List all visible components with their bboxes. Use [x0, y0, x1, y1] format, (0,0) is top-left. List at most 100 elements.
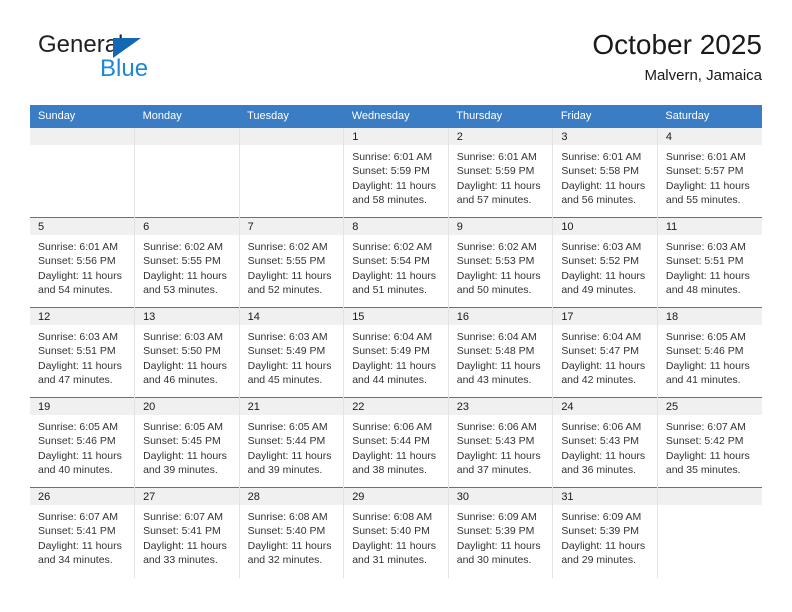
daylight-text-line1: Daylight: 11 hours — [561, 179, 646, 192]
calendar-day-cell[interactable]: 17 Sunrise: 6:04 AM Sunset: 5:47 PM Dayligh… — [552, 307, 658, 398]
calendar-grid: Sunday Monday Tuesday Wednesday Thursday… — [30, 105, 762, 578]
day-number — [239, 128, 344, 145]
daylight-text-line1: Daylight: 11 hours — [456, 539, 541, 552]
day-details: Sunrise: 6:04 AM Sunset: 5:48 PM Daylight:… — [449, 325, 553, 387]
calendar-day-cell[interactable]: 22 Sunrise: 6:06 AM Sunset: 5:44 PM Dayligh… — [343, 397, 449, 488]
calendar-day-cell-empty — [656, 487, 762, 578]
day-number: 28 — [239, 488, 344, 505]
sunrise-text: Sunrise: 6:08 AM — [352, 511, 433, 523]
calendar-day-cell[interactable]: 8 Sunrise: 6:02 AM Sunset: 5:54 PM Daylight… — [343, 217, 449, 308]
calendar-page: General Blue October 2025 Malvern, Jamai… — [0, 0, 792, 612]
daylight-text-line2: and 45 minutes. — [247, 373, 323, 386]
day-number: 2 — [448, 128, 553, 145]
daylight-text-line1: Daylight: 11 hours — [665, 179, 750, 192]
sunrise-text: Sunrise: 6:02 AM — [143, 241, 224, 253]
calendar-day-cell[interactable]: 7 Sunrise: 6:02 AM Sunset: 5:55 PM Daylight… — [238, 217, 344, 308]
brand-logo[interactable]: General Blue — [38, 32, 238, 88]
sunrise-text: Sunrise: 6:06 AM — [456, 421, 537, 433]
day-number: 21 — [239, 398, 344, 415]
calendar-day-cell[interactable]: 5 Sunrise: 6:01 AM Sunset: 5:56 PM Daylight… — [30, 217, 135, 308]
calendar-day-cell[interactable]: 24 Sunrise: 6:06 AM Sunset: 5:43 PM Dayligh… — [552, 397, 658, 488]
calendar-day-cell-empty — [238, 127, 344, 218]
sunset-text: Sunset: 5:53 PM — [456, 255, 535, 268]
day-number: 11 — [657, 218, 762, 235]
daylight-text-line2: and 39 minutes. — [247, 463, 323, 476]
day-details: Sunrise: 6:06 AM Sunset: 5:44 PM Daylight:… — [344, 415, 448, 477]
sunrise-text: Sunrise: 6:03 AM — [247, 331, 328, 343]
daylight-text-line2: and 52 minutes. — [247, 283, 323, 296]
day-number: 20 — [135, 398, 239, 415]
daylight-text-line1: Daylight: 11 hours — [247, 269, 332, 282]
calendar-day-cell[interactable]: 19 Sunrise: 6:05 AM Sunset: 5:46 PM Dayligh… — [30, 397, 135, 488]
calendar-day-cell[interactable]: 18 Sunrise: 6:05 AM Sunset: 5:46 PM Dayligh… — [656, 307, 762, 398]
calendar-day-cell-empty — [30, 127, 135, 218]
daylight-text-line1: Daylight: 11 hours — [247, 539, 332, 552]
daylight-text-line1: Daylight: 11 hours — [665, 269, 750, 282]
calendar-day-cell[interactable]: 4 Sunrise: 6:01 AM Sunset: 5:57 PM Daylight… — [656, 127, 762, 218]
calendar-day-cell[interactable]: 11 Sunrise: 6:03 AM Sunset: 5:51 PM Dayligh… — [656, 217, 762, 308]
daylight-text-line1: Daylight: 11 hours — [561, 269, 646, 282]
day-details: Sunrise: 6:07 AM Sunset: 5:41 PM Daylight:… — [30, 505, 134, 567]
calendar-day-cell[interactable]: 10 Sunrise: 6:03 AM Sunset: 5:52 PM Dayligh… — [552, 217, 658, 308]
calendar-day-cell[interactable]: 27 Sunrise: 6:07 AM Sunset: 5:41 PM Dayligh… — [134, 487, 240, 578]
daylight-text-line1: Daylight: 11 hours — [352, 269, 437, 282]
daylight-text-line2: and 37 minutes. — [456, 463, 532, 476]
sunrise-text: Sunrise: 6:04 AM — [456, 331, 537, 343]
calendar-day-cell[interactable]: 20 Sunrise: 6:05 AM Sunset: 5:45 PM Dayligh… — [134, 397, 240, 488]
weekday-header-tuesday: Tuesday — [239, 105, 344, 128]
sunrise-text: Sunrise: 6:04 AM — [561, 331, 642, 343]
calendar-day-cell[interactable]: 2 Sunrise: 6:01 AM Sunset: 5:59 PM Daylight… — [447, 127, 553, 218]
calendar-day-cell[interactable]: 29 Sunrise: 6:08 AM Sunset: 5:40 PM Dayligh… — [343, 487, 449, 578]
day-number — [30, 128, 135, 145]
day-details: Sunrise: 6:03 AM Sunset: 5:51 PM Daylight:… — [30, 325, 134, 387]
calendar-day-cell[interactable]: 6 Sunrise: 6:02 AM Sunset: 5:55 PM Daylight… — [134, 217, 240, 308]
day-details: Sunrise: 6:03 AM Sunset: 5:52 PM Daylight:… — [553, 235, 657, 297]
calendar-table: Sunday Monday Tuesday Wednesday Thursday… — [30, 105, 762, 578]
calendar-day-cell[interactable]: 23 Sunrise: 6:06 AM Sunset: 5:43 PM Dayligh… — [447, 397, 553, 488]
sunrise-text: Sunrise: 6:06 AM — [561, 421, 642, 433]
sunrise-text: Sunrise: 6:08 AM — [247, 511, 328, 523]
daylight-text-line2: and 54 minutes. — [38, 283, 113, 296]
calendar-day-cell[interactable]: 1 Sunrise: 6:01 AM Sunset: 5:59 PM Daylight… — [343, 127, 449, 218]
day-details: Sunrise: 6:01 AM Sunset: 5:59 PM Daylight:… — [344, 145, 448, 207]
calendar-day-cell[interactable]: 9 Sunrise: 6:02 AM Sunset: 5:53 PM Daylight… — [447, 217, 553, 308]
calendar-day-cell[interactable]: 26 Sunrise: 6:07 AM Sunset: 5:41 PM Dayligh… — [30, 487, 135, 578]
daylight-text-line2: and 40 minutes. — [38, 463, 113, 476]
weekday-header-sunday: Sunday — [30, 105, 135, 128]
calendar-day-cell[interactable]: 12 Sunrise: 6:03 AM Sunset: 5:51 PM Dayligh… — [30, 307, 135, 398]
sunset-text: Sunset: 5:39 PM — [561, 525, 639, 538]
sunrise-text: Sunrise: 6:01 AM — [38, 241, 118, 253]
title-block: October 2025 Malvern, Jamaica — [592, 28, 762, 87]
calendar-day-cell[interactable]: 14 Sunrise: 6:03 AM Sunset: 5:49 PM Dayligh… — [238, 307, 344, 398]
daylight-text-line2: and 56 minutes. — [561, 193, 637, 206]
sunrise-text: Sunrise: 6:03 AM — [143, 331, 224, 343]
calendar-day-cell[interactable]: 13 Sunrise: 6:03 AM Sunset: 5:50 PM Dayligh… — [134, 307, 240, 398]
calendar-day-cell[interactable]: 28 Sunrise: 6:08 AM Sunset: 5:40 PM Dayligh… — [238, 487, 344, 578]
calendar-day-cell[interactable]: 16 Sunrise: 6:04 AM Sunset: 5:48 PM Dayligh… — [447, 307, 553, 398]
daylight-text-line2: and 32 minutes. — [247, 553, 323, 566]
brand-name-blue: Blue — [100, 55, 149, 82]
page-header: General Blue October 2025 Malvern, Jamai… — [30, 28, 762, 98]
daylight-text-line1: Daylight: 11 hours — [561, 539, 646, 552]
sunset-text: Sunset: 5:44 PM — [352, 435, 430, 448]
daylight-text-line1: Daylight: 11 hours — [352, 449, 437, 462]
daylight-text-line2: and 58 minutes. — [352, 193, 427, 206]
day-details: Sunrise: 6:06 AM Sunset: 5:43 PM Daylight:… — [449, 415, 553, 477]
daylight-text-line1: Daylight: 11 hours — [247, 449, 332, 462]
calendar-week-row: 12 Sunrise: 6:03 AM Sunset: 5:51 PM Dayligh… — [30, 307, 762, 398]
sunset-text: Sunset: 5:41 PM — [143, 525, 221, 538]
calendar-day-cell[interactable]: 30 Sunrise: 6:09 AM Sunset: 5:39 PM Dayligh… — [447, 487, 553, 578]
calendar-day-cell[interactable]: 3 Sunrise: 6:01 AM Sunset: 5:58 PM Daylight… — [552, 127, 658, 218]
calendar-day-cell[interactable]: 21 Sunrise: 6:05 AM Sunset: 5:44 PM Dayligh… — [238, 397, 344, 488]
calendar-week-row: 5 Sunrise: 6:01 AM Sunset: 5:56 PM Daylight… — [30, 217, 762, 308]
weekday-header-friday: Friday — [552, 105, 658, 128]
calendar-day-cell[interactable]: 25 Sunrise: 6:07 AM Sunset: 5:42 PM Dayligh… — [656, 397, 762, 488]
calendar-day-cell[interactable]: 31 Sunrise: 6:09 AM Sunset: 5:39 PM Dayligh… — [552, 487, 658, 578]
daylight-text-line2: and 47 minutes. — [38, 373, 113, 386]
sunset-text: Sunset: 5:47 PM — [561, 345, 639, 358]
daylight-text-line2: and 57 minutes. — [456, 193, 532, 206]
sunset-text: Sunset: 5:55 PM — [247, 255, 326, 268]
daylight-text-line2: and 41 minutes. — [665, 373, 741, 386]
calendar-day-cell[interactable]: 15 Sunrise: 6:04 AM Sunset: 5:49 PM Dayligh… — [343, 307, 449, 398]
location-subtitle: Malvern, Jamaica — [644, 67, 762, 84]
